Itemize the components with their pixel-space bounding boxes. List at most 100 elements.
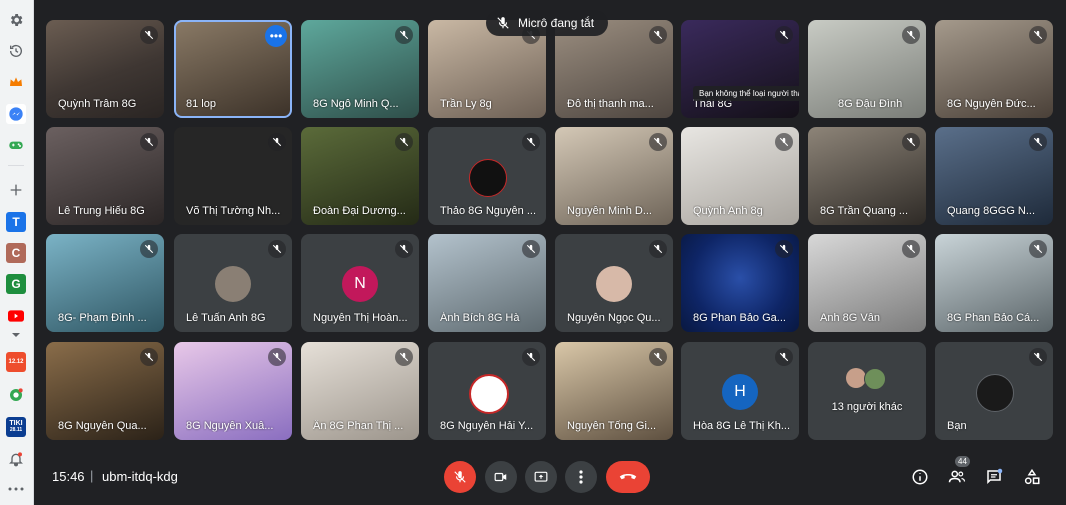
participant-tile[interactable]: ••• 81 lop bbox=[174, 20, 292, 118]
t-app-icon[interactable]: T bbox=[6, 212, 26, 232]
mic-muted-icon bbox=[522, 240, 540, 258]
mic-muted-icon bbox=[1029, 240, 1047, 258]
mic-muted-icon bbox=[140, 348, 158, 366]
bell-icon[interactable] bbox=[6, 449, 26, 469]
people-button[interactable]: 44 bbox=[944, 456, 970, 490]
participant-name: Hòa 8G Lê Thị Kh... bbox=[693, 420, 791, 432]
messenger-icon[interactable] bbox=[6, 104, 26, 124]
participant-name: 8G Phan Bảo Ga... bbox=[693, 312, 786, 324]
participant-name: 8G Đậu Đình bbox=[838, 98, 903, 110]
mic-muted-icon bbox=[522, 348, 540, 366]
mic-muted-icon bbox=[902, 240, 920, 258]
avatar: N bbox=[342, 266, 378, 302]
mic-toggle-button[interactable] bbox=[444, 461, 476, 493]
participant-tile[interactable]: Nguyễn Minh D... bbox=[555, 127, 673, 225]
mic-muted-icon bbox=[395, 133, 413, 151]
more-vert-icon bbox=[579, 470, 583, 484]
participant-name: Bạn bbox=[947, 420, 967, 432]
participant-tile[interactable]: Quỳnh Trâm 8G bbox=[46, 20, 164, 118]
crown-icon[interactable] bbox=[6, 72, 26, 92]
chevron-down-icon[interactable] bbox=[6, 329, 26, 341]
chat-button[interactable] bbox=[981, 464, 1007, 490]
mic-muted-icon bbox=[140, 133, 158, 151]
participant-tile[interactable]: Lê Tuấn Anh 8G bbox=[174, 234, 292, 332]
participant-name: Anh 8G Vân bbox=[820, 312, 880, 324]
participant-tile[interactable]: 8G Đậu Đình bbox=[808, 20, 926, 118]
mic-muted-icon bbox=[775, 26, 793, 44]
participant-tile[interactable]: Võ Thị Tường Nh... bbox=[174, 127, 292, 225]
meeting-info-button[interactable] bbox=[907, 464, 933, 490]
mic-muted-icon bbox=[775, 240, 793, 258]
participant-name: Thảo 8G Nguyễn ... bbox=[440, 205, 536, 217]
participant-name: Lê Tuấn Anh 8G bbox=[186, 312, 266, 324]
gamepad-icon[interactable] bbox=[6, 135, 26, 155]
camera-icon bbox=[494, 472, 507, 482]
settings-icon[interactable] bbox=[6, 10, 26, 30]
mic-muted-icon bbox=[140, 26, 158, 44]
tiki-date: 28.11 bbox=[9, 427, 23, 433]
participant-tile[interactable]: Đoàn Đại Dương... bbox=[301, 127, 419, 225]
participant-tile[interactable]: 8G Ngô Minh Q... bbox=[301, 20, 419, 118]
participant-tile[interactable]: 8G Trần Quang ... bbox=[808, 127, 926, 225]
activities-button[interactable] bbox=[1019, 464, 1045, 490]
avatar: H bbox=[722, 374, 758, 410]
participant-tile[interactable]: Anh 8G Vân bbox=[808, 234, 926, 332]
participant-name: 8G Nguyễn Đức... bbox=[947, 98, 1036, 110]
chat-bubble-icon[interactable] bbox=[6, 385, 26, 405]
history-icon[interactable] bbox=[6, 41, 26, 61]
mic-muted-icon bbox=[268, 240, 286, 258]
add-icon[interactable] bbox=[6, 180, 26, 200]
tiki-icon[interactable]: TIKI 28.11 bbox=[6, 417, 26, 437]
participant-tile[interactable]: 8G Nguyễn Qua... bbox=[46, 342, 164, 440]
participant-tile[interactable]: 8G Phan Bảo Cá... bbox=[935, 234, 1053, 332]
self-tile[interactable]: Bạn bbox=[935, 342, 1053, 440]
participant-name: 8G Nguyễn Hải Y... bbox=[440, 420, 534, 432]
participant-tile[interactable]: Ánh Bích 8G Hà bbox=[428, 234, 546, 332]
mic-muted-icon bbox=[1029, 348, 1047, 366]
present-screen-button[interactable] bbox=[525, 461, 557, 493]
participant-tile[interactable]: Nguyễn Tống Gi... bbox=[555, 342, 673, 440]
shopee-icon[interactable]: 12.12 bbox=[6, 352, 26, 372]
participant-tile[interactable]: 8G Nguyễn Xuâ... bbox=[174, 342, 292, 440]
participant-name: Nguyễn Minh D... bbox=[567, 205, 652, 217]
participant-tile[interactable]: 8G Phan Bảo Ga... bbox=[681, 234, 799, 332]
participant-tile[interactable]: Ân 8G Phan Thị ... bbox=[301, 342, 419, 440]
camera-toggle-button[interactable] bbox=[485, 461, 517, 493]
participant-name: Quỳnh Trâm 8G bbox=[58, 98, 137, 110]
participant-name: 8G Phan Bảo Cá... bbox=[947, 312, 1040, 324]
avatar bbox=[596, 266, 632, 302]
chat-icon bbox=[987, 468, 1003, 485]
meeting-grid: Micrô đang tắt Quỳnh Trâm 8G ••• 81 lop … bbox=[34, 0, 1066, 505]
participant-tile[interactable]: Quỳnh Anh 8g bbox=[681, 127, 799, 225]
participant-tile[interactable]: N Nguyễn Thị Hoàn... bbox=[301, 234, 419, 332]
participant-tile[interactable]: 8G Nguyễn Đức... bbox=[935, 20, 1053, 118]
others-avatars bbox=[846, 368, 890, 390]
youtube-icon[interactable] bbox=[6, 306, 26, 326]
leave-call-button[interactable] bbox=[606, 461, 650, 493]
participant-tile[interactable]: Lê Trung Hiếu 8G bbox=[46, 127, 164, 225]
g-app-icon[interactable]: G bbox=[6, 274, 26, 294]
participant-tile[interactable]: Quang 8GGG N... bbox=[935, 127, 1053, 225]
participant-tile[interactable]: Bạn không thể loại người tham gia này Th… bbox=[681, 20, 799, 118]
separator: | bbox=[90, 468, 94, 483]
participant-tile[interactable]: H Hòa 8G Lê Thị Kh... bbox=[681, 342, 799, 440]
participant-tile[interactable]: 8G Nguyễn Hải Y... bbox=[428, 342, 546, 440]
more-options-button[interactable] bbox=[565, 461, 597, 493]
cannot-remove-tooltip: Bạn không thể loại người tham gia này bbox=[693, 86, 799, 101]
more-options-icon[interactable]: ••• bbox=[265, 25, 287, 47]
participant-name: 8G Ngô Minh Q... bbox=[313, 98, 399, 110]
participant-tile[interactable]: Thảo 8G Nguyễn ... bbox=[428, 127, 546, 225]
others-tile[interactable]: 13 người khác bbox=[808, 342, 926, 440]
tiki-label: TIKI bbox=[9, 420, 23, 427]
mic-muted-icon bbox=[649, 348, 667, 366]
present-icon bbox=[534, 471, 548, 482]
mic-off-toast: Micrô đang tắt bbox=[486, 10, 609, 36]
participant-tile[interactable]: Nguyễn Ngọc Qu... bbox=[555, 234, 673, 332]
more-icon[interactable] bbox=[6, 479, 26, 499]
participant-tile[interactable]: 8G- Phạm Đình ... bbox=[46, 234, 164, 332]
avatar bbox=[469, 159, 507, 197]
participant-name: Ánh Bích 8G Hà bbox=[440, 312, 520, 324]
people-count-badge: 44 bbox=[955, 456, 970, 467]
c-app-icon[interactable]: C bbox=[6, 243, 26, 263]
mic-muted-icon bbox=[268, 133, 286, 151]
